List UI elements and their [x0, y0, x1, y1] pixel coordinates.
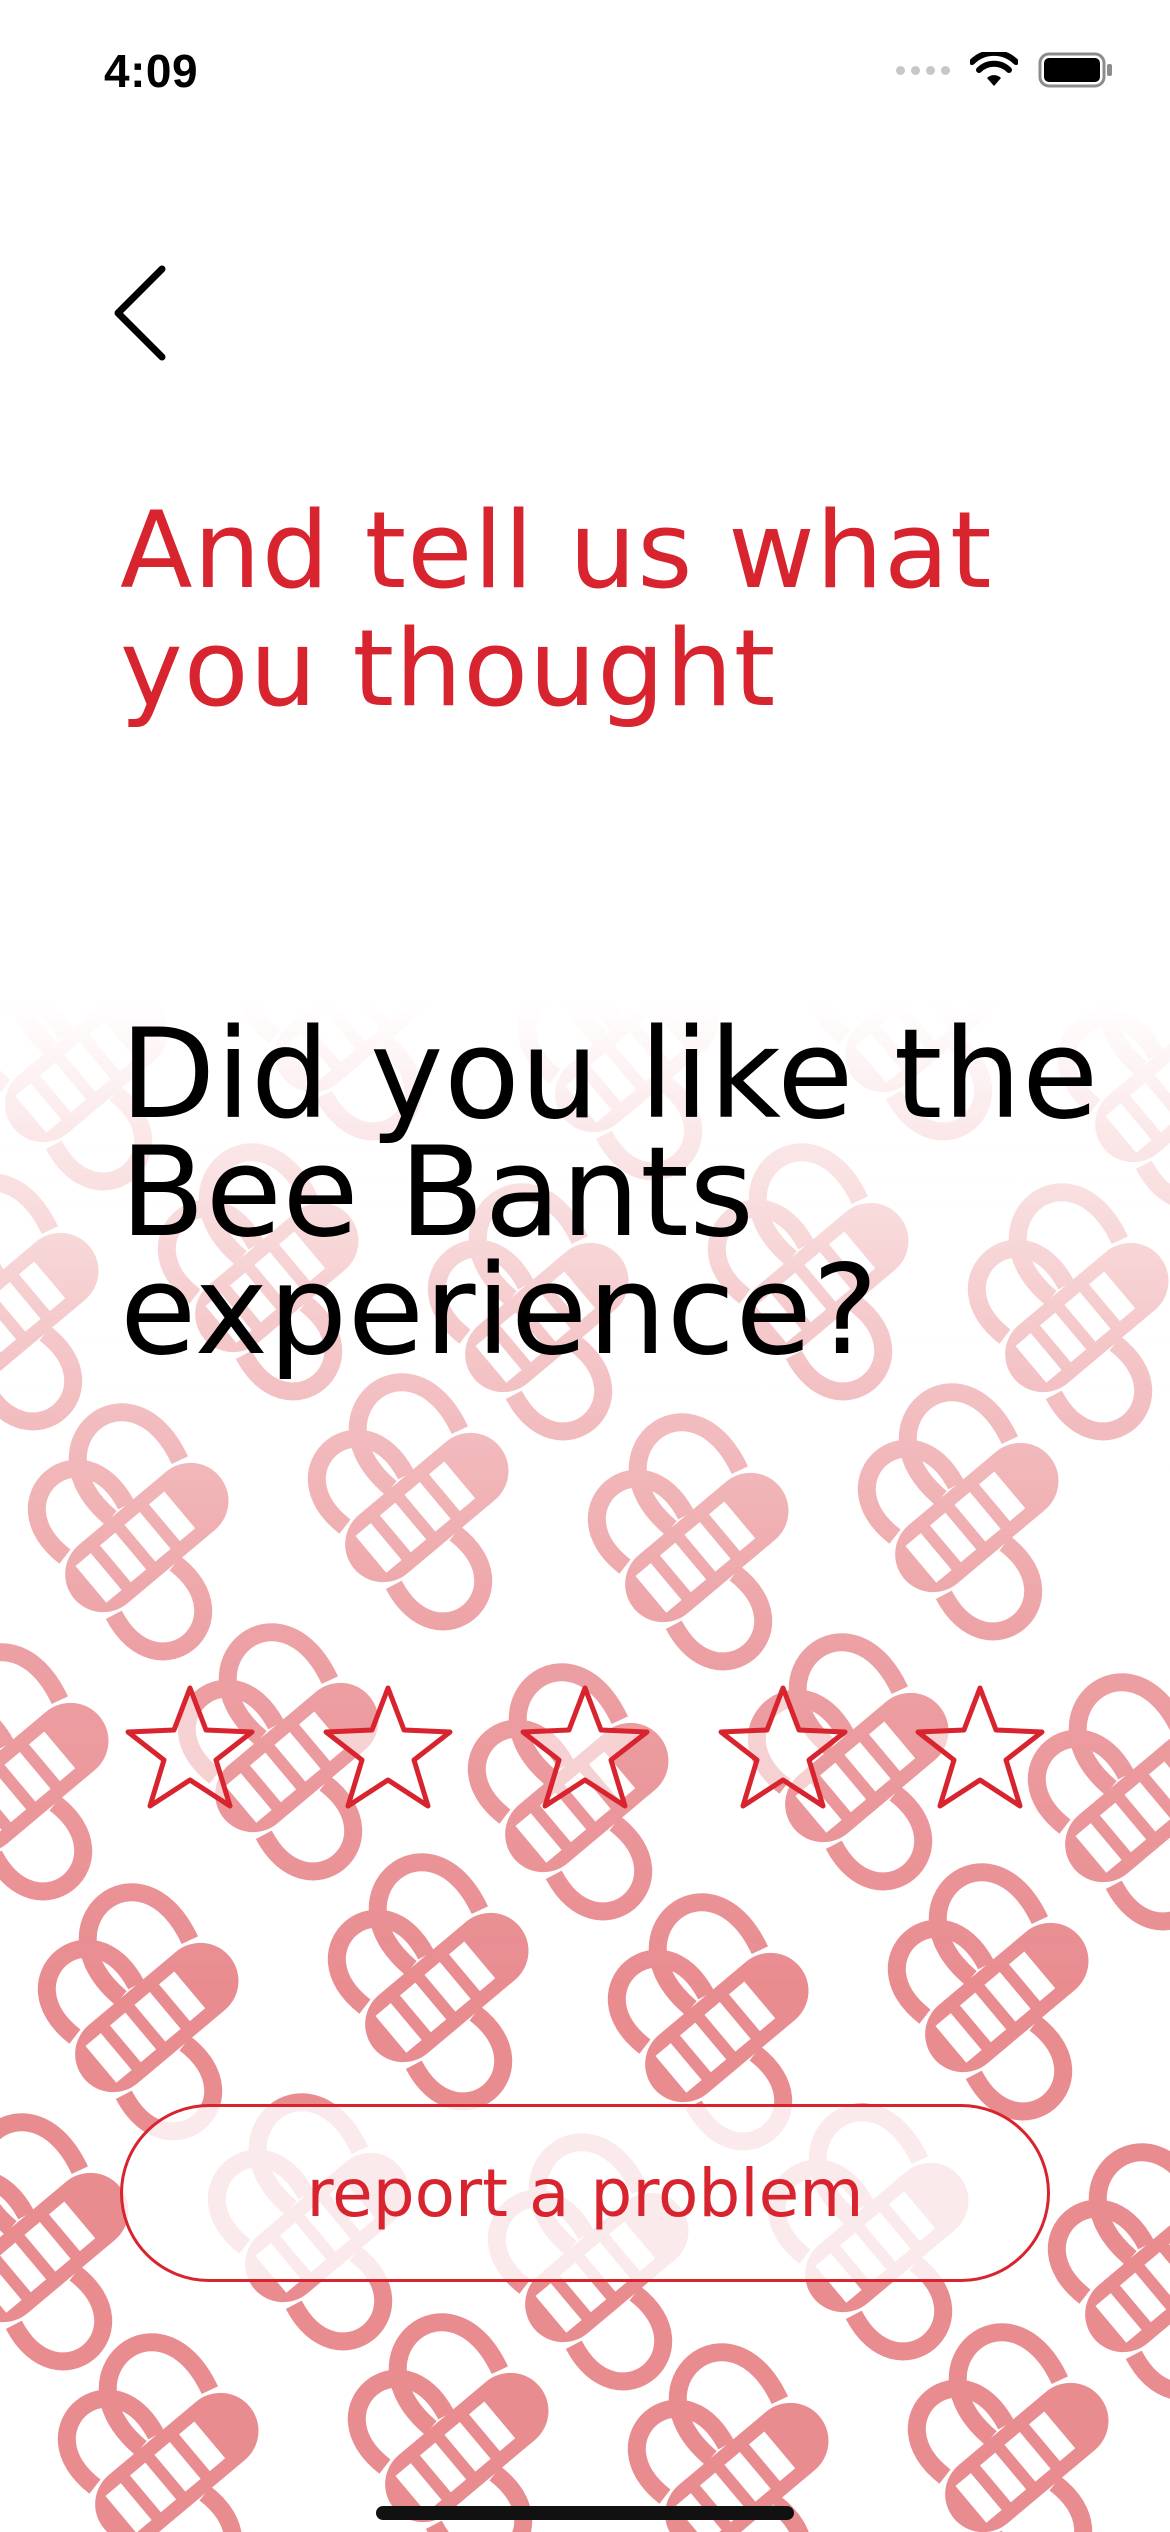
- wifi-icon: [970, 52, 1018, 86]
- status-icons: [896, 52, 1114, 88]
- home-indicator[interactable]: [376, 2506, 794, 2520]
- report-problem-label: report a problem: [306, 2154, 864, 2232]
- star-3-icon[interactable]: [515, 1680, 655, 1820]
- star-2-icon[interactable]: [318, 1680, 458, 1820]
- chevron-left-icon: [114, 265, 166, 361]
- battery-icon: [1038, 52, 1112, 88]
- report-problem-button[interactable]: report a problem: [120, 2104, 1050, 2282]
- page-heading: And tell us what you thought: [120, 489, 993, 730]
- star-4-icon[interactable]: [713, 1680, 853, 1820]
- status-bar: 4:09: [0, 0, 1170, 140]
- back-button[interactable]: [108, 258, 188, 368]
- star-5-icon[interactable]: [910, 1680, 1050, 1820]
- cellular-signal-icon: [896, 65, 950, 75]
- status-time: 4:09: [104, 45, 199, 97]
- rating-question: Did you like the Bee Bants experience?: [120, 1003, 1099, 1383]
- star-rating: [120, 1680, 1050, 1820]
- star-1-icon[interactable]: [120, 1680, 260, 1820]
